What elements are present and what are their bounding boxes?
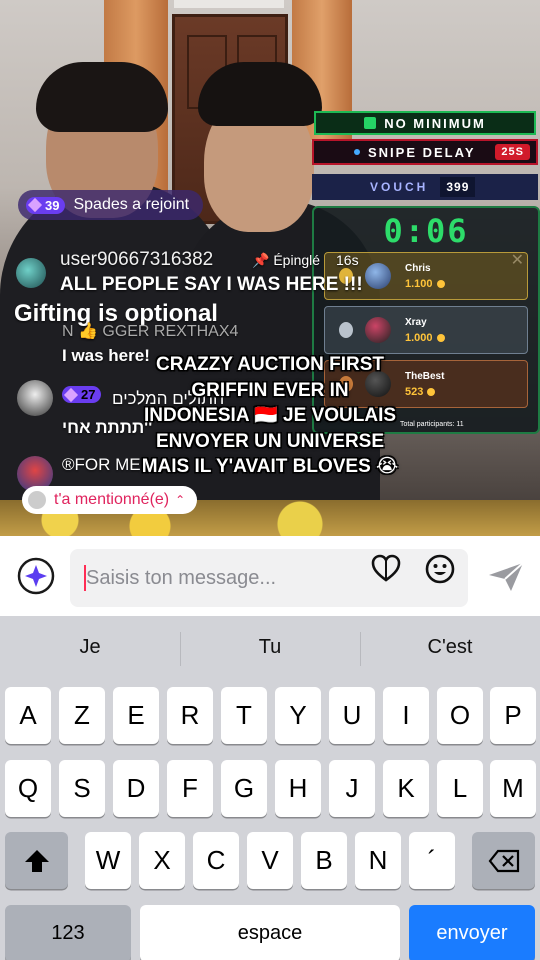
video-caption: CRAZZY AUCTION FIRST GRIFFIN EVER IN IND… xyxy=(141,354,399,477)
avatar xyxy=(28,491,46,509)
bullet-icon xyxy=(354,149,360,155)
gem-icon xyxy=(27,197,43,213)
key-d[interactable]: D xyxy=(113,760,159,817)
no-minimum-label: NO MINIMUM xyxy=(384,115,486,131)
streamer-right-hair xyxy=(198,62,322,126)
key-c[interactable]: C xyxy=(193,832,239,889)
suggestion-1[interactable]: Je xyxy=(0,636,180,659)
level-badge: 27 xyxy=(62,386,102,403)
avatar xyxy=(365,263,391,289)
bidder-amount: 523 xyxy=(405,386,444,398)
bidder-amount: 1.100 xyxy=(405,278,445,290)
shift-key[interactable] xyxy=(5,832,68,889)
pinned-message: ALL PEOPLE SAY I WAS HERE !!! xyxy=(60,274,363,295)
key-q[interactable]: Q xyxy=(5,760,51,817)
emoji-icon[interactable] xyxy=(424,553,456,585)
no-minimum-banner: NO MINIMUM xyxy=(314,111,536,135)
chat-message: I was here! xyxy=(62,346,150,365)
bidder-row: Xray 1.000 xyxy=(324,306,528,354)
chat-username[interactable]: ®FOR ME xyxy=(62,455,141,475)
delete-key[interactable] xyxy=(472,832,535,889)
pinned-username[interactable]: user90667316382 xyxy=(60,249,213,271)
message-input[interactable]: Saisis ton message... xyxy=(70,549,468,607)
key-h[interactable]: H xyxy=(275,760,321,817)
backspace-icon xyxy=(488,849,519,872)
level-badge-number: 27 xyxy=(81,387,96,402)
avatar xyxy=(365,317,391,343)
key-y[interactable]: Y xyxy=(275,687,321,744)
live-stream-video[interactable]: NO MINIMUM SNIPE DELAY 25S VOUCH 399 0:0… xyxy=(0,0,540,536)
shift-arrow-icon xyxy=(24,849,49,872)
chat-username[interactable]: N 👍 GGER REXTHAX4 xyxy=(62,321,238,341)
snipe-delay-label: SNIPE DELAY xyxy=(368,144,476,160)
chat-message: תתתת אחי'' xyxy=(62,418,153,437)
key-o[interactable]: O xyxy=(437,687,483,744)
key-b[interactable]: B xyxy=(301,832,347,889)
keyboard: Je Tu C'est A Z E R T Y U I O P Q S D F … xyxy=(0,616,540,960)
key-e[interactable]: E xyxy=(113,687,159,744)
heart-icon[interactable] xyxy=(370,553,402,585)
send-icon[interactable] xyxy=(486,560,526,594)
chevron-up-icon: ⌃ xyxy=(175,493,186,507)
vouch-value: 399 xyxy=(440,177,476,197)
key-a[interactable]: A xyxy=(5,687,51,744)
key-i[interactable]: I xyxy=(383,687,429,744)
sparkle-icon[interactable] xyxy=(16,556,56,596)
key-u[interactable]: U xyxy=(329,687,375,744)
key-l[interactable]: L xyxy=(437,760,483,817)
key-w[interactable]: W xyxy=(85,832,131,889)
bidder-name: Chris xyxy=(405,262,431,274)
level-badge: 39 xyxy=(26,196,66,214)
key-k[interactable]: K xyxy=(383,760,429,817)
key-n[interactable]: N xyxy=(355,832,401,889)
key-t[interactable]: T xyxy=(221,687,267,744)
key-z[interactable]: Z xyxy=(59,687,105,744)
join-text: Spades a rejoint xyxy=(73,196,190,213)
bidder-name: Xray xyxy=(405,316,427,328)
bidder-amount: 1.000 xyxy=(405,332,445,344)
vouch-label: VOUCH xyxy=(370,180,429,194)
avatar[interactable] xyxy=(17,380,53,416)
send-key[interactable]: envoyer xyxy=(409,905,535,960)
key-accent[interactable]: ´ xyxy=(409,832,455,889)
message-placeholder: Saisis ton message... xyxy=(86,567,277,589)
suggestion-3[interactable]: C'est xyxy=(360,636,540,659)
snipe-delay-value: 25S xyxy=(495,144,530,160)
suggestion-2[interactable]: Tu xyxy=(180,636,360,659)
key-m[interactable]: M xyxy=(490,760,536,817)
key-r[interactable]: R xyxy=(167,687,213,744)
auction-timer: 0:06 xyxy=(383,212,469,250)
key-x[interactable]: X xyxy=(139,832,185,889)
pinned-tag-label: Épinglé xyxy=(273,252,321,268)
mention-text: t'a mentionné(e) xyxy=(54,491,170,508)
key-v[interactable]: V xyxy=(247,832,293,889)
key-g[interactable]: G xyxy=(221,760,267,817)
mention-notification[interactable]: t'a mentionné(e) ⌃ xyxy=(22,486,198,514)
level-badge-number: 39 xyxy=(45,197,60,213)
avatar[interactable] xyxy=(16,258,46,288)
message-input-bar: Saisis ton message... xyxy=(0,536,540,616)
key-f[interactable]: F xyxy=(167,760,213,817)
snipe-delay-banner: SNIPE DELAY 25S xyxy=(312,139,538,165)
silver-medal-icon xyxy=(339,322,353,338)
key-s[interactable]: S xyxy=(59,760,105,817)
participants-count: Total participants: 11 xyxy=(400,421,464,428)
pinned-timer: 16s xyxy=(336,252,359,268)
join-notification: 39 Spades a rejoint xyxy=(18,190,204,220)
check-icon xyxy=(364,117,377,129)
streamer-left-hair xyxy=(36,62,168,132)
vouch-banner: VOUCH 399 xyxy=(312,174,538,200)
pinned-tag: 📌 Épinglé xyxy=(252,252,321,268)
gem-icon xyxy=(63,387,79,402)
numbers-key[interactable]: 123 xyxy=(5,905,131,960)
space-key[interactable]: espace xyxy=(140,905,400,960)
window-frame xyxy=(174,0,284,8)
key-j[interactable]: J xyxy=(329,760,375,817)
key-p[interactable]: P xyxy=(490,687,536,744)
bidder-name: TheBest xyxy=(405,370,445,382)
